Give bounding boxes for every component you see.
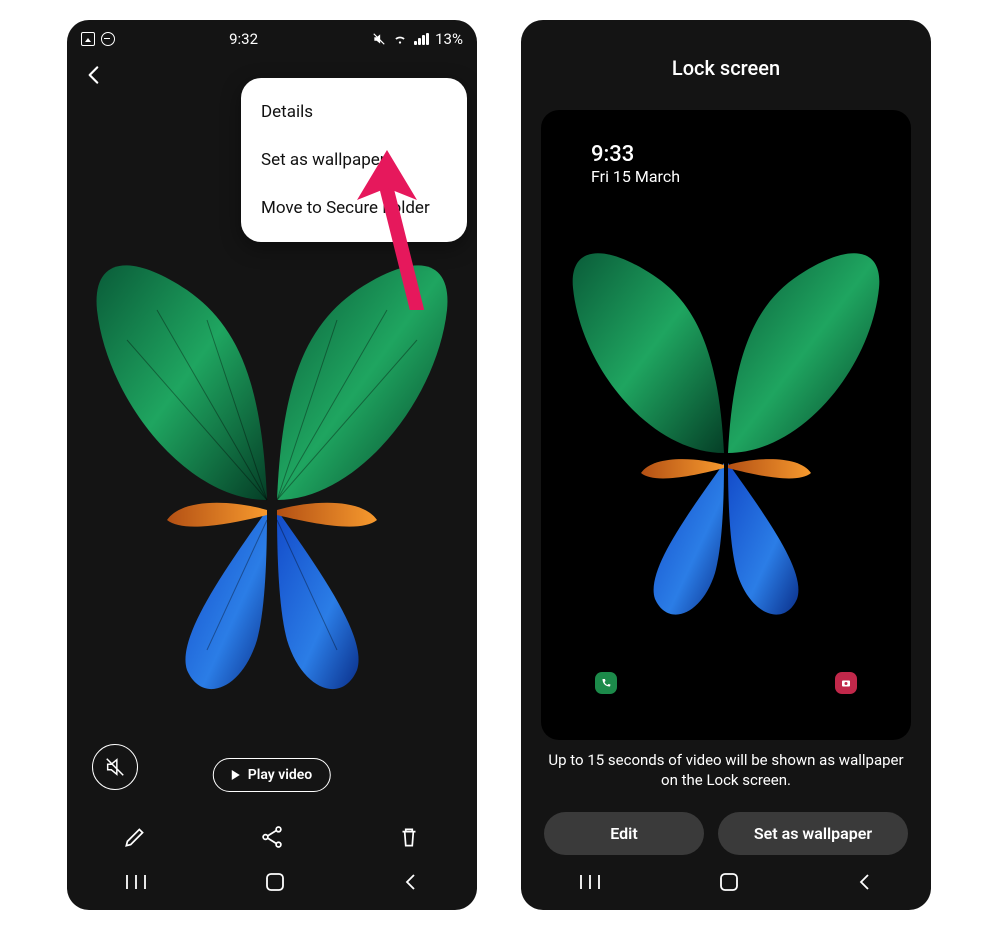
edit-button[interactable]: Edit bbox=[544, 812, 704, 855]
wallpaper bbox=[541, 196, 911, 670]
info-message: Up to 15 seconds of video will be shown … bbox=[521, 750, 931, 791]
phone-right: Lock screen 9:33 Fri 15 March bbox=[521, 20, 931, 910]
menu-details[interactable]: Details bbox=[241, 88, 467, 136]
edit-icon[interactable] bbox=[122, 824, 148, 850]
play-video-button[interactable]: Play video bbox=[213, 758, 331, 792]
lock-clock: 9:33 Fri 15 March bbox=[591, 142, 680, 186]
nav-back[interactable] bbox=[401, 872, 421, 896]
mute-button[interactable] bbox=[92, 744, 138, 790]
annotation-arrow bbox=[332, 150, 442, 314]
play-video-label: Play video bbox=[248, 767, 312, 783]
lock-screen-title: Lock screen bbox=[521, 56, 931, 80]
camera-icon[interactable] bbox=[835, 672, 857, 694]
lock-preview: 9:33 Fri 15 March bbox=[541, 110, 911, 740]
wifi-icon bbox=[392, 32, 408, 46]
nav-bar bbox=[67, 864, 477, 904]
nav-back[interactable] bbox=[855, 872, 875, 896]
nav-bar bbox=[521, 864, 931, 904]
lock-date: Fri 15 March bbox=[591, 167, 680, 186]
nav-home[interactable] bbox=[262, 871, 288, 897]
play-icon bbox=[232, 770, 240, 780]
set-wallpaper-button[interactable]: Set as wallpaper bbox=[718, 812, 908, 855]
share-icon[interactable] bbox=[259, 824, 285, 850]
lock-time: 9:33 bbox=[591, 142, 680, 167]
nav-recents[interactable] bbox=[577, 873, 603, 895]
lock-shortcuts bbox=[541, 672, 911, 694]
phone-icon[interactable] bbox=[595, 672, 617, 694]
dnd-icon bbox=[101, 32, 115, 46]
phone-left: 9:32 13% Details Set as wallpaper Move bbox=[67, 20, 477, 910]
image-icon bbox=[81, 32, 95, 46]
delete-icon[interactable] bbox=[396, 824, 422, 850]
nav-recents[interactable] bbox=[123, 873, 149, 895]
battery-percent: 13% bbox=[435, 30, 463, 48]
nav-home[interactable] bbox=[716, 871, 742, 897]
mute-icon bbox=[372, 32, 386, 46]
button-row: Edit Set as wallpaper bbox=[521, 812, 931, 855]
signal-icon bbox=[414, 33, 429, 45]
status-time: 9:32 bbox=[229, 30, 258, 48]
action-bar bbox=[67, 812, 477, 862]
